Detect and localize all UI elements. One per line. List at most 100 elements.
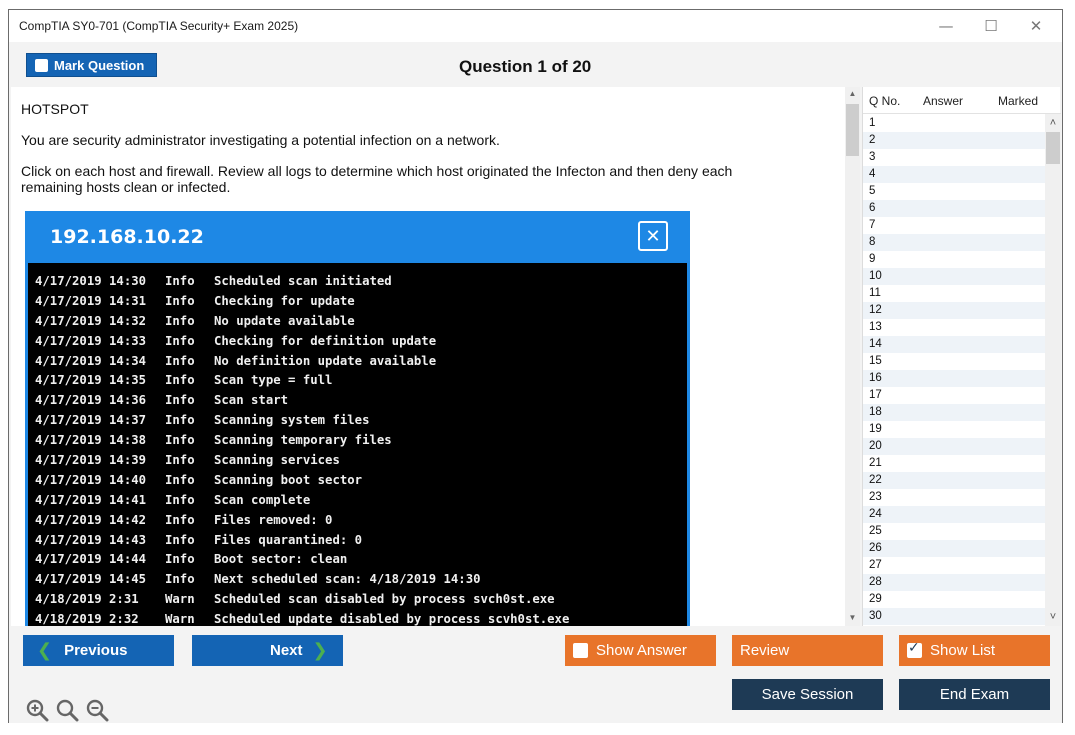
zoom-in-icon[interactable] bbox=[25, 698, 49, 722]
scroll-up-arrow-icon[interactable]: ▲ bbox=[845, 87, 860, 101]
chevron-left-icon: ❮ bbox=[37, 640, 53, 661]
question-number: 29 bbox=[869, 593, 882, 605]
log-date: 4/17/2019 14:42 bbox=[35, 512, 147, 527]
question-list-item[interactable]: 15 bbox=[863, 353, 1045, 370]
window-title: CompTIA SY0-701 (CompTIA Security+ Exam … bbox=[19, 19, 299, 33]
question-number: 22 bbox=[869, 474, 882, 486]
question-list-item[interactable]: 19 bbox=[863, 421, 1045, 438]
save-session-button[interactable]: Save Session bbox=[732, 679, 883, 710]
minimize-button[interactable]: — bbox=[929, 14, 963, 38]
mark-question-button[interactable]: Mark Question bbox=[26, 53, 157, 77]
question-list-item[interactable]: 21 bbox=[863, 455, 1045, 472]
log-date: 4/17/2019 14:41 bbox=[35, 492, 147, 507]
zoom-reset-icon[interactable] bbox=[55, 698, 79, 722]
log-date: 4/17/2019 14:38 bbox=[35, 433, 147, 448]
question-list-item[interactable]: 6 bbox=[863, 200, 1045, 217]
previous-button[interactable]: ❮ Previous bbox=[23, 635, 174, 666]
question-list-item[interactable]: 12 bbox=[863, 302, 1045, 319]
content-scrollbar[interactable]: ▲ ▼ bbox=[845, 87, 860, 626]
question-list-item[interactable]: 8 bbox=[863, 234, 1045, 251]
list-scroll-thumb[interactable] bbox=[1046, 132, 1060, 164]
question-list-item[interactable]: 10 bbox=[863, 268, 1045, 285]
maximize-button[interactable]: ☐ bbox=[974, 14, 1008, 38]
question-number: 17 bbox=[869, 389, 882, 401]
log-message: Scan complete bbox=[214, 492, 311, 507]
close-window-button[interactable]: ✕ bbox=[1019, 14, 1053, 38]
question-list-item[interactable]: 26 bbox=[863, 540, 1045, 557]
log-level: Info bbox=[165, 313, 195, 328]
question-list-item[interactable]: 24 bbox=[863, 506, 1045, 523]
question-list-scrollbar[interactable]: ˄ ˅ bbox=[1045, 114, 1061, 626]
question-number: 25 bbox=[869, 525, 882, 537]
show-answer-label: Show Answer bbox=[596, 642, 687, 659]
question-number: 8 bbox=[869, 236, 876, 248]
question-number: 11 bbox=[869, 287, 881, 299]
log-date: 4/17/2019 14:36 bbox=[35, 393, 147, 408]
question-number: 10 bbox=[869, 270, 882, 282]
question-list-item[interactable]: 22 bbox=[863, 472, 1045, 489]
question-list-item[interactable]: 30 bbox=[863, 608, 1045, 625]
exhibit-close-icon[interactable]: ✕ bbox=[638, 221, 668, 251]
review-button[interactable]: Review bbox=[732, 635, 883, 666]
log-entry: 4/17/2019 14:37 Info Scanning system files bbox=[28, 410, 687, 430]
question-list-item[interactable]: 23 bbox=[863, 489, 1045, 506]
question-number: 14 bbox=[869, 338, 882, 350]
question-list-item[interactable]: 27 bbox=[863, 557, 1045, 574]
show-answer-button[interactable]: Show Answer bbox=[565, 635, 716, 666]
question-list-item[interactable]: 3 bbox=[863, 149, 1045, 166]
question-list-item[interactable]: 16 bbox=[863, 370, 1045, 387]
end-exam-button[interactable]: End Exam bbox=[899, 679, 1050, 710]
log-entry: 4/18/2019 2:31 Warn Scheduled scan disable… bbox=[28, 589, 687, 609]
question-list-item[interactable]: 9 bbox=[863, 251, 1045, 268]
show-list-checkbox-icon bbox=[907, 640, 922, 658]
question-list-item[interactable]: 1 bbox=[863, 115, 1045, 132]
question-number: 19 bbox=[869, 423, 882, 435]
question-list-item[interactable]: 28 bbox=[863, 574, 1045, 591]
log-level: Info bbox=[165, 353, 195, 368]
question-list-item[interactable]: 14 bbox=[863, 336, 1045, 353]
show-list-button[interactable]: Show List bbox=[899, 635, 1050, 666]
log-message: Files removed: 0 bbox=[214, 512, 333, 527]
log-message: No definition update available bbox=[214, 353, 437, 368]
question-list-item[interactable]: 4 bbox=[863, 166, 1045, 183]
question-list-item[interactable]: 2 bbox=[863, 132, 1045, 149]
log-list: 4/17/2019 14:30 Info Scheduled scan initia… bbox=[28, 271, 687, 626]
question-number: 4 bbox=[869, 168, 876, 180]
log-level: Warn bbox=[165, 612, 195, 626]
log-date: 4/17/2019 14:39 bbox=[35, 453, 147, 468]
list-scroll-down-icon[interactable]: ˅ bbox=[1045, 610, 1061, 624]
app-window: CompTIA SY0-701 (CompTIA Security+ Exam … bbox=[8, 9, 1063, 723]
log-level: Info bbox=[165, 274, 195, 288]
question-list-item[interactable]: 13 bbox=[863, 319, 1045, 336]
log-level: Info bbox=[165, 472, 195, 487]
question-list-item[interactable]: 17 bbox=[863, 387, 1045, 404]
question-number: 20 bbox=[869, 440, 882, 452]
question-list-item[interactable]: 29 bbox=[863, 591, 1045, 608]
log-level: Info bbox=[165, 293, 195, 308]
question-list-panel: Q No. Answer Marked 1 2 3 4 5 6 7 8 9 10 11 12 13 14 1… bbox=[862, 87, 1061, 626]
log-entry: 4/17/2019 14:43 Info Files quarantined: 0 bbox=[28, 530, 687, 550]
question-list-item[interactable]: 5 bbox=[863, 183, 1045, 200]
show-list-label: Show List bbox=[930, 642, 996, 659]
question-number: 21 bbox=[869, 457, 882, 469]
list-scroll-up-icon[interactable]: ˄ bbox=[1045, 116, 1061, 130]
scroll-down-arrow-icon[interactable]: ▼ bbox=[845, 611, 860, 625]
scroll-thumb[interactable] bbox=[846, 104, 859, 156]
log-level: Info bbox=[165, 333, 195, 348]
question-list-item[interactable]: 25 bbox=[863, 523, 1045, 540]
review-label: Review bbox=[740, 642, 790, 659]
question-number: 2 bbox=[869, 134, 876, 146]
log-level: Info bbox=[165, 433, 195, 448]
zoom-out-icon[interactable] bbox=[85, 698, 109, 722]
question-list-item[interactable]: 18 bbox=[863, 404, 1045, 421]
log-entry: 4/17/2019 14:38 Info Scanning temporary fi… bbox=[28, 430, 687, 450]
question-number: 26 bbox=[869, 542, 882, 554]
question-list-item[interactable]: 7 bbox=[863, 217, 1045, 234]
log-date: 4/18/2019 2:32 bbox=[35, 612, 139, 626]
log-date: 4/17/2019 14:35 bbox=[35, 373, 147, 388]
log-entry: 4/17/2019 14:34 Info No definition update … bbox=[28, 351, 687, 371]
question-type: HOTSPOT bbox=[21, 101, 89, 117]
next-button[interactable]: Next ❯ bbox=[192, 635, 343, 666]
question-list-item[interactable]: 11 bbox=[863, 285, 1045, 302]
question-list-item[interactable]: 20 bbox=[863, 438, 1045, 455]
